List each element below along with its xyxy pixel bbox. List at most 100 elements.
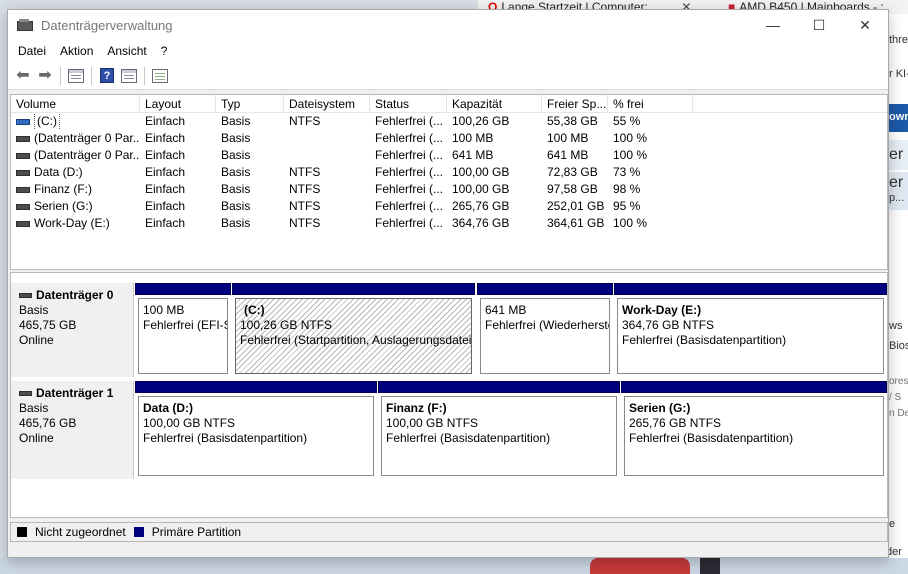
table-row[interactable]: Work-Day (E:) Einfach Basis NTFS Fehlerf… bbox=[11, 215, 887, 232]
legend-label-primary: Primäre Partition bbox=[151, 525, 242, 539]
partition-recovery[interactable]: 641 MB Fehlerfrei (Wiederherste bbox=[477, 283, 613, 377]
free-space-cell: 72,83 GB bbox=[547, 165, 598, 179]
background-text: p... bbox=[889, 192, 905, 204]
capacity-cell: 100,00 GB bbox=[452, 165, 510, 179]
table-row[interactable]: (C:) Einfach Basis NTFS Fehlerfrei (... … bbox=[11, 113, 887, 130]
properties-icon bbox=[152, 68, 168, 83]
background-text: e bbox=[889, 518, 896, 530]
table-row[interactable]: Serien (G:) Einfach Basis NTFS Fehlerfre… bbox=[11, 198, 887, 215]
filesystem-cell bbox=[284, 147, 370, 164]
percent-free-cell: 73 % bbox=[613, 165, 641, 179]
legend-swatch-unallocated bbox=[17, 527, 27, 537]
partition-c[interactable]: (C:) 100,26 GB NTFS Fehlerfrei (Startpar… bbox=[232, 283, 475, 377]
filesystem-cell: NTFS bbox=[289, 199, 321, 213]
partition-size: 100,00 GB NTFS bbox=[143, 416, 236, 430]
toolbar-separator bbox=[144, 66, 145, 85]
partition-body: Finanz (F:) 100,00 GB NTFS Fehlerfrei (B… bbox=[381, 396, 617, 476]
partition-status: Fehlerfrei (Startpartition, Auslagerungs… bbox=[240, 333, 472, 347]
table-row[interactable]: Data (D:) Einfach Basis NTFS Fehlerfrei … bbox=[11, 164, 887, 181]
title-bar[interactable]: Datenträgerverwaltung — ☐ ✕ bbox=[8, 10, 888, 40]
disk-status: Online bbox=[19, 333, 54, 347]
menu-help[interactable]: ? bbox=[161, 44, 168, 58]
partition-body-selected: (C:) 100,26 GB NTFS Fehlerfrei (Startpar… bbox=[235, 298, 472, 374]
menu-datei[interactable]: Datei bbox=[18, 44, 46, 58]
column-header-layout[interactable]: Layout bbox=[140, 95, 216, 112]
menu-ansicht[interactable]: Ansicht bbox=[107, 44, 146, 58]
partition-name: Data (D:) bbox=[143, 401, 193, 415]
percent-free-cell: 55 % bbox=[613, 114, 641, 128]
free-space-cell: 364,61 GB bbox=[547, 216, 605, 230]
capacity-cell: 100,00 GB bbox=[452, 182, 510, 196]
layout-cell: Einfach bbox=[145, 148, 186, 162]
type-cell: Basis bbox=[221, 199, 251, 213]
column-header-prozent-frei[interactable]: % frei bbox=[608, 95, 693, 112]
drive-icon bbox=[16, 220, 30, 227]
column-header-volume[interactable]: Volume bbox=[11, 95, 140, 112]
volume-cell: (Datenträger 0 Par... bbox=[11, 147, 140, 164]
toolbar-separator bbox=[91, 66, 92, 85]
type-cell: Basis bbox=[221, 216, 251, 230]
forward-button[interactable]: ➡ bbox=[34, 65, 56, 87]
background-image bbox=[700, 558, 720, 574]
free-space-cell: 641 MB bbox=[547, 148, 589, 162]
column-header-typ[interactable]: Typ bbox=[216, 95, 284, 112]
status-cell: Fehlerfrei (... bbox=[375, 131, 444, 145]
disk-type: Basis bbox=[19, 303, 49, 317]
partition-serien-g[interactable]: Serien (G:) 265,76 GB NTFS Fehlerfrei (B… bbox=[621, 381, 887, 479]
percent-free-cell: 100 % bbox=[613, 148, 648, 162]
type-cell: Basis bbox=[221, 148, 251, 162]
close-button[interactable]: ✕ bbox=[842, 10, 888, 40]
disk-list-button[interactable] bbox=[118, 65, 140, 87]
background-text: / S bbox=[889, 392, 902, 403]
partition-size: 100,00 GB NTFS bbox=[386, 416, 479, 430]
layout-cell: Einfach bbox=[145, 199, 186, 213]
partition-size: 100,26 GB NTFS bbox=[240, 318, 333, 332]
partition-body: Work-Day (E:) 364,76 GB NTFS Fehlerfrei … bbox=[617, 298, 884, 374]
column-header-status[interactable]: Status bbox=[370, 95, 447, 112]
free-space-cell: 252,01 GB bbox=[547, 199, 605, 213]
partition-body: Serien (G:) 265,76 GB NTFS Fehlerfrei (B… bbox=[624, 396, 884, 476]
forward-arrow-icon: ➡ bbox=[38, 66, 52, 84]
drive-icon bbox=[16, 152, 30, 159]
help-icon: ? bbox=[100, 68, 114, 83]
show-hide-tree-button[interactable] bbox=[65, 65, 87, 87]
show-hide-tree-icon bbox=[68, 68, 84, 83]
partition-efi[interactable]: 100 MB Fehlerfrei (EFI-S bbox=[135, 283, 231, 377]
drive-icon bbox=[16, 203, 30, 210]
menu-aktion[interactable]: Aktion bbox=[60, 44, 93, 58]
primary-partition-bar bbox=[378, 381, 620, 393]
help-button[interactable]: ? bbox=[96, 65, 118, 87]
column-header-dateisystem[interactable]: Dateisystem bbox=[284, 95, 370, 112]
capacity-cell: 364,76 GB bbox=[452, 216, 510, 230]
volume-name: (Datenträger 0 Par... bbox=[34, 148, 140, 162]
status-cell: Fehlerfrei (... bbox=[375, 114, 444, 128]
partition-finanz-f[interactable]: Finanz (F:) 100,00 GB NTFS Fehlerfrei (B… bbox=[378, 381, 620, 479]
disk-icon bbox=[19, 391, 32, 396]
filesystem-cell: NTFS bbox=[289, 216, 321, 230]
volume-list[interactable]: Volume Layout Typ Dateisystem Status Kap… bbox=[10, 94, 888, 270]
primary-partition-bar bbox=[135, 381, 377, 393]
back-button[interactable]: ⬅ bbox=[12, 65, 34, 87]
partition-work-day-e[interactable]: Work-Day (E:) 364,76 GB NTFS Fehlerfrei … bbox=[614, 283, 887, 377]
background-text: r KI- bbox=[889, 68, 908, 80]
partition-data-d[interactable]: Data (D:) 100,00 GB NTFS Fehlerfrei (Bas… bbox=[135, 381, 377, 479]
minimize-button[interactable]: — bbox=[750, 10, 796, 40]
partition-status: Fehlerfrei (Basisdatenpartition) bbox=[143, 431, 308, 445]
filesystem-cell bbox=[284, 130, 370, 147]
table-row[interactable]: (Datenträger 0 Par... Einfach Basis Fehl… bbox=[11, 130, 887, 147]
maximize-button[interactable]: ☐ bbox=[796, 10, 842, 40]
disk-0-label[interactable]: Datenträger 0 Basis 465,75 GB Online bbox=[11, 283, 134, 377]
disk-1-label[interactable]: Datenträger 1 Basis 465,76 GB Online bbox=[11, 381, 134, 479]
table-row[interactable]: (Datenträger 0 Par... Einfach Basis Fehl… bbox=[11, 147, 887, 164]
table-row[interactable]: Finanz (F:) Einfach Basis NTFS Fehlerfre… bbox=[11, 181, 887, 198]
drive-icon bbox=[16, 135, 30, 142]
partition-size: 641 MB bbox=[485, 303, 527, 317]
layout-cell: Einfach bbox=[145, 165, 186, 179]
partition-body: 641 MB Fehlerfrei (Wiederherste bbox=[480, 298, 610, 374]
disk-size: 465,76 GB bbox=[19, 416, 77, 430]
properties-button[interactable] bbox=[149, 65, 171, 87]
column-header-kapazitaet[interactable]: Kapazität bbox=[447, 95, 542, 112]
percent-free-cell: 100 % bbox=[613, 131, 648, 145]
status-cell: Fehlerfrei (... bbox=[375, 148, 444, 162]
column-header-freier-speicher[interactable]: Freier Sp... bbox=[542, 95, 608, 112]
